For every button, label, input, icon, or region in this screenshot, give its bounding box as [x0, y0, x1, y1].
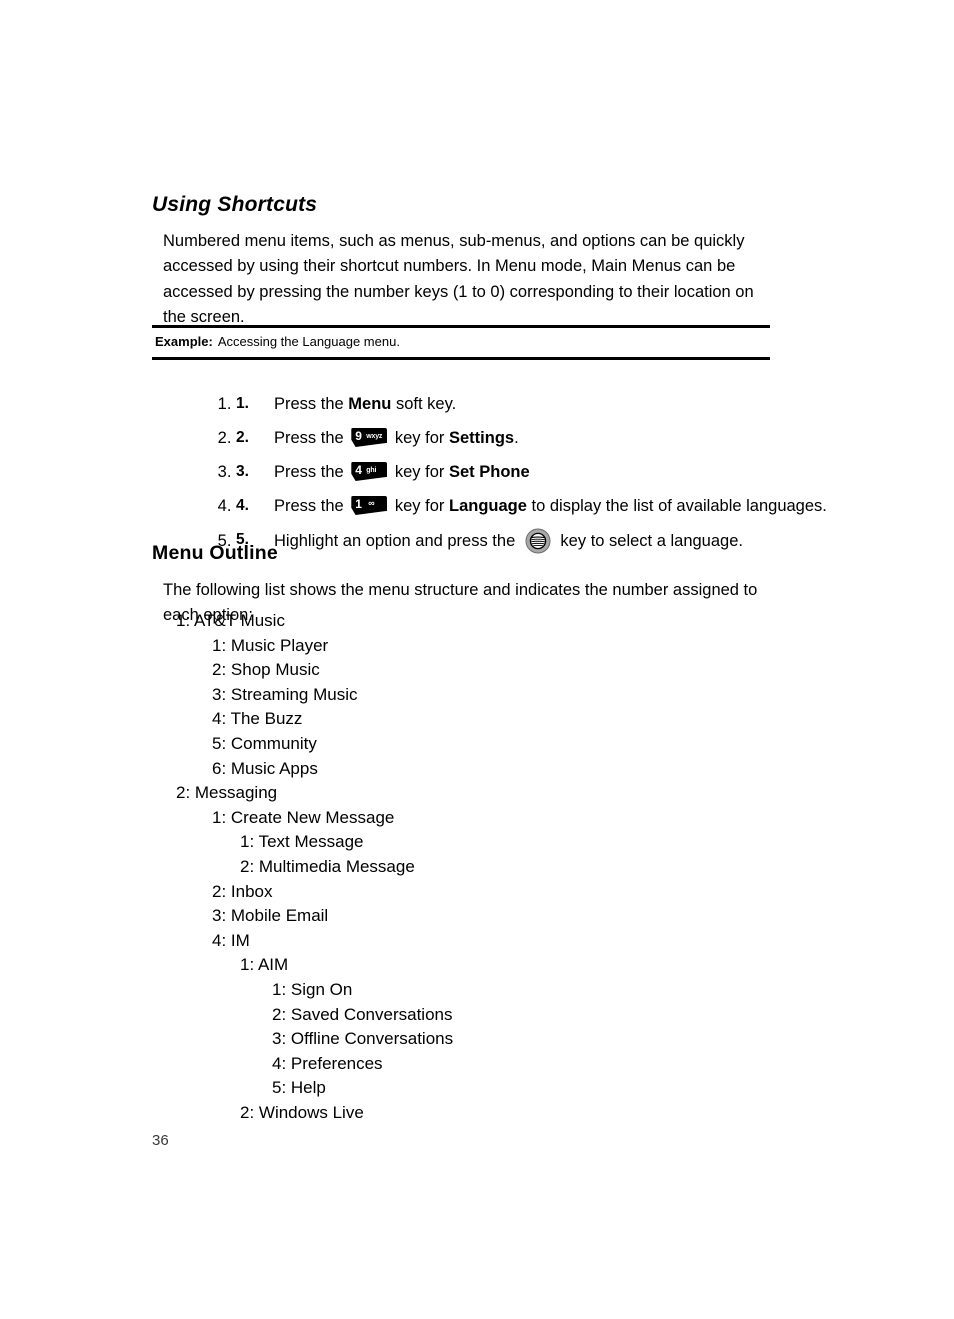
step-text: .: [514, 429, 519, 447]
step-text: to display the list of available languag…: [526, 497, 827, 515]
menu-outline-tree: 1: AT&T Music 1: Music Player 2: Shop Musi…: [152, 609, 792, 1125]
using-shortcuts-paragraph: Numbered menu items, such as menus, sub-…: [163, 231, 754, 327]
key-1-voicemail: 1 ∞: [351, 496, 388, 515]
menu-outline-item: 1: AT&T Music: [176, 611, 285, 630]
menu-outline-item: 3: Mobile Email: [212, 906, 329, 926]
section-heading-using-shortcuts: Using Shortcuts: [152, 193, 318, 217]
procedure-step: 1. Press the Menu soft key.: [236, 392, 836, 421]
keycap-letters: ∞: [368, 498, 375, 508]
menu-outline-item: 1: Create New Message: [212, 807, 395, 827]
procedure-step: 3. Press the 4 ghi key for Set Phone: [236, 460, 836, 489]
keycap-letters: ghi: [366, 467, 377, 474]
example-rule-bottom: [152, 357, 770, 360]
step-text: soft key.: [391, 395, 457, 413]
key-9-wxyz: 9 wxyz: [351, 428, 388, 447]
example-caption: Example: Accessing the Language menu.: [155, 334, 400, 349]
menu-outline-item: 5: Help: [272, 1078, 326, 1098]
manual-page: Using Shortcuts Numbered menu items, suc…: [0, 0, 954, 1319]
keycap-letters: wxyz: [366, 433, 383, 440]
menu-outline-item: 1: Music Player: [212, 635, 329, 655]
example-text: Accessing the Language menu.: [217, 334, 400, 349]
menu-outline-item: 1: AIM: [240, 955, 289, 975]
menu-outline-item: 2: Multimedia Message: [240, 856, 415, 876]
procedure-step: 5.Highlight an option and press the key …: [236, 528, 836, 557]
step-emphasis: Menu: [348, 395, 392, 413]
menu-outline-item: 2: Windows Live: [240, 1102, 364, 1122]
step-text: Press the: [274, 497, 349, 515]
att-globe-select-key: [525, 528, 551, 554]
example-rule-top: [152, 325, 770, 328]
menu-outline-item: 2: Saved Conversations: [272, 1004, 453, 1024]
step-text: key for: [390, 497, 449, 515]
step-emphasis: Set Phone: [448, 463, 530, 481]
menu-outline-item: 5: Community: [212, 733, 317, 753]
menu-outline-item: 4: Preferences: [272, 1053, 383, 1073]
example-label: Example:: [155, 334, 213, 349]
step-emphasis: Settings: [448, 429, 515, 447]
step-text: key for: [390, 463, 449, 481]
key-4-ghi: 4 ghi: [351, 462, 388, 481]
step-text: Press the: [274, 429, 349, 447]
step-text: Press the: [274, 463, 349, 481]
step-emphasis: Language: [448, 497, 527, 515]
step-text: Press the: [274, 395, 349, 413]
menu-outline-item: 1: Text Message: [240, 832, 364, 852]
menu-outline-item: 3: Streaming Music: [212, 684, 358, 704]
step-number: 1.: [236, 395, 249, 412]
step-number: 3.: [236, 463, 249, 480]
menu-outline-item: 3: Offline Conversations: [272, 1029, 454, 1049]
section-heading-menu-outline: Menu Outline: [152, 542, 278, 565]
step-number: 4.: [236, 497, 249, 514]
menu-outline-item: 2: Shop Music: [212, 660, 320, 680]
procedure-step: 4.Press the 1∞ key for Language to displ…: [236, 494, 836, 523]
keycap-digit: 9: [355, 429, 362, 443]
step-text: key to select a language.: [555, 532, 743, 550]
procedure-steps-list: 1. Press the Menu soft key. 2. Press the 9w…: [196, 392, 836, 562]
menu-outline-item: 6: Music Apps: [212, 758, 318, 778]
keycap-digit: 4: [355, 463, 362, 477]
menu-outline-item: 2: Inbox: [212, 881, 273, 901]
step-text: Highlight an option and press the: [274, 532, 520, 550]
menu-outline-item: 4: IM: [212, 930, 250, 950]
step-text: key for: [390, 429, 449, 447]
menu-outline-item: 1: Sign On: [272, 979, 353, 999]
menu-outline-item: 4: The Buzz: [212, 709, 303, 729]
page-number: 36: [152, 1132, 169, 1149]
step-number: 2.: [236, 429, 249, 446]
procedure-step: 2. Press the 9 wxyz key for Settings.: [236, 426, 836, 455]
menu-outline-item: 2: Messaging: [176, 783, 278, 803]
keycap-digit: 1: [355, 497, 362, 511]
